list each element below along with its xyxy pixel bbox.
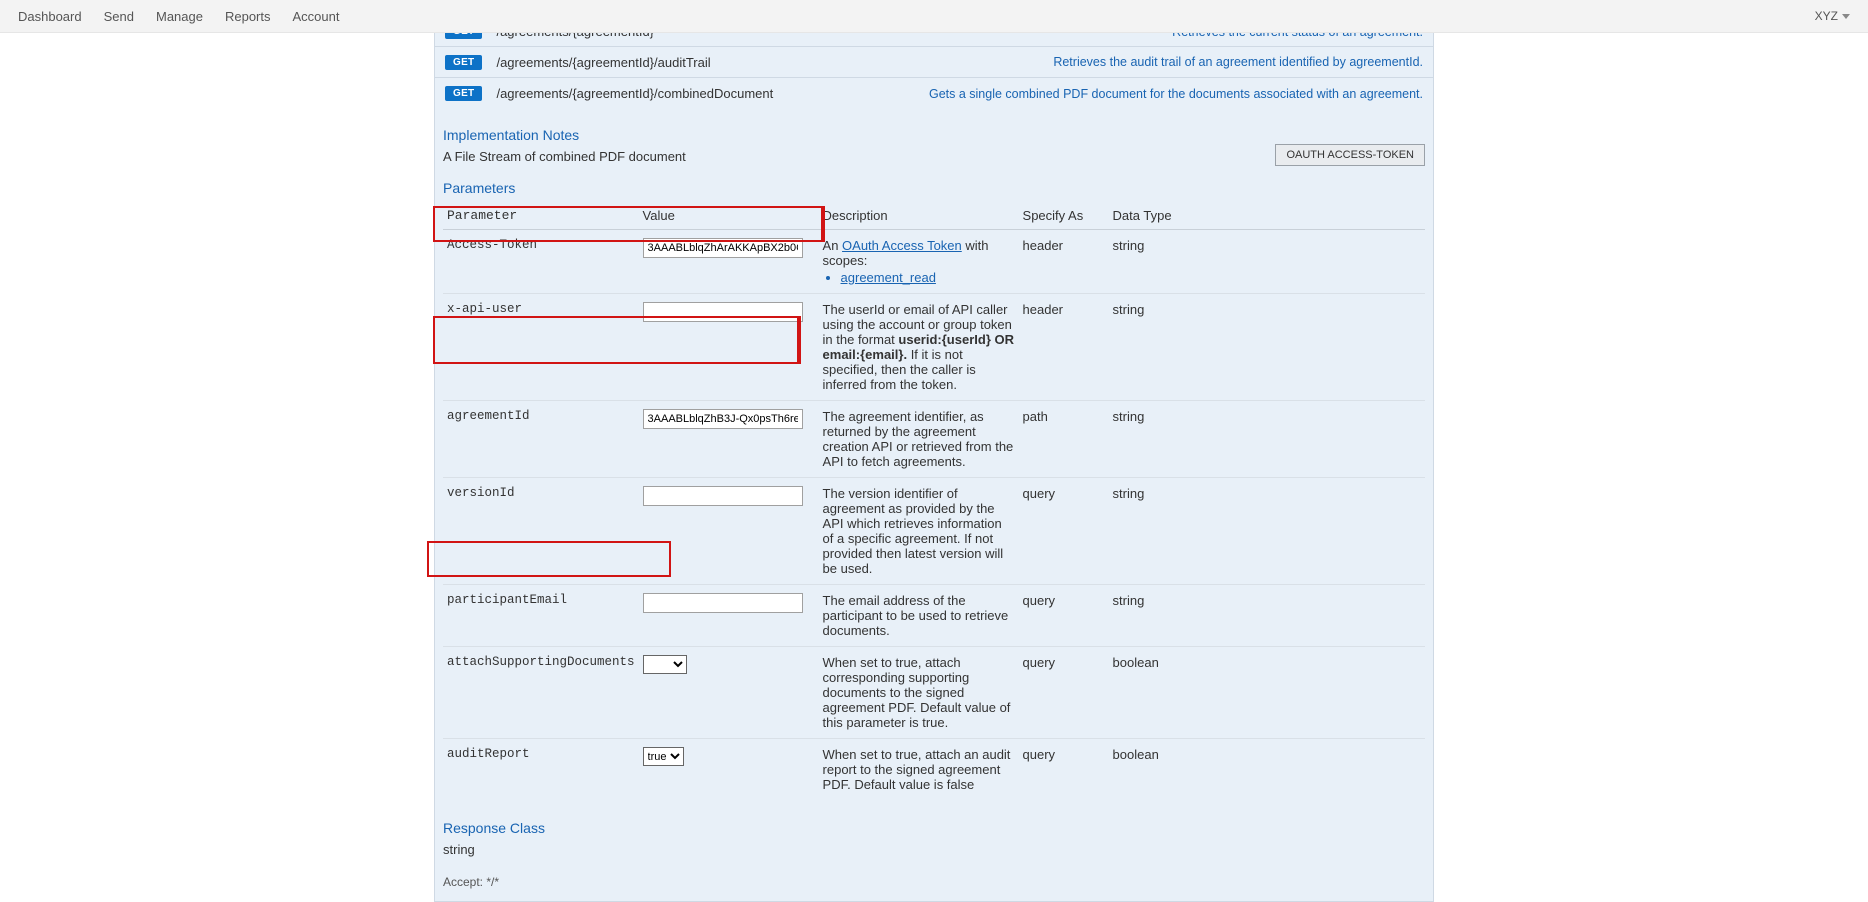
data-type: string [1109, 230, 1425, 294]
scope-link[interactable]: agreement_read [841, 270, 1015, 285]
specify-as: query [1019, 585, 1109, 647]
version-id-input[interactable] [643, 486, 803, 506]
col-value: Value [639, 202, 819, 230]
specify-as: query [1019, 478, 1109, 585]
col-data-type: Data Type [1109, 202, 1425, 230]
specify-as: path [1019, 401, 1109, 478]
response-type: string [443, 842, 1425, 857]
user-label: XYZ [1815, 9, 1838, 23]
chevron-down-icon [1842, 14, 1850, 19]
top-navbar: Dashboard Send Manage Reports Account XY… [0, 0, 1868, 33]
accept-header: Accept: */* [443, 875, 1425, 889]
param-row-access-token: Access-Token An OAuth Access Token with … [443, 230, 1425, 294]
attach-supporting-select[interactable] [643, 655, 687, 674]
col-description: Description [819, 202, 1019, 230]
audit-report-select[interactable]: true [643, 747, 684, 766]
op-row-agreement-status[interactable]: GET /agreements/{agreementId} Retrieves … [435, 33, 1433, 47]
param-row-audit-report: auditReport true When set to true, attac… [443, 739, 1425, 801]
http-method-badge: GET [445, 55, 482, 70]
nav-dashboard[interactable]: Dashboard [18, 9, 82, 24]
main-content: GET /agreements/{agreementId} Retrieves … [434, 33, 1434, 902]
desc-text: When set to true, attach corresponding s… [819, 647, 1019, 739]
nav-reports[interactable]: Reports [225, 9, 271, 24]
agreement-id-input[interactable] [643, 409, 803, 429]
specify-as: header [1019, 294, 1109, 401]
nav-manage[interactable]: Manage [156, 9, 203, 24]
col-specify-as: Specify As [1019, 202, 1109, 230]
desc-text: The version identifier of agreement as p… [819, 478, 1019, 585]
desc-text: When set to true, attach an audit report… [819, 739, 1019, 801]
op-path: /agreements/{agreementId}/auditTrail [496, 55, 710, 70]
response-class-section: Response Class string Accept: */* [443, 820, 1425, 889]
api-panel: GET /agreements/{agreementId} Retrieves … [434, 33, 1434, 902]
data-type: boolean [1109, 647, 1425, 739]
op-expanded-body: Implementation Notes A File Stream of co… [435, 109, 1433, 901]
op-path: /agreements/{agreementId} [496, 33, 654, 39]
param-name: attachSupportingDocuments [443, 647, 639, 739]
col-parameter: Parameter [443, 202, 639, 230]
param-row-participant-email: participantEmail The email address of th… [443, 585, 1425, 647]
op-summary: Retrieves the audit trail of an agreemen… [1053, 55, 1423, 69]
data-type: boolean [1109, 739, 1425, 801]
oauth-access-token-button[interactable]: OAUTH ACCESS-TOKEN [1275, 144, 1425, 166]
op-row-audit-trail[interactable]: GET /agreements/{agreementId}/auditTrail… [435, 47, 1433, 78]
desc-text: The agreement identifier, as returned by… [819, 401, 1019, 478]
access-token-input[interactable] [643, 238, 803, 258]
parameters-title: Parameters [443, 180, 1425, 196]
data-type: string [1109, 294, 1425, 401]
param-name: auditReport [443, 739, 639, 801]
desc-text: The email address of the participant to … [819, 585, 1019, 647]
parameters-table: Parameter Value Description Specify As D… [443, 202, 1425, 800]
http-method-badge: GET [445, 33, 482, 39]
user-menu[interactable]: XYZ [1815, 9, 1850, 23]
param-row-x-api-user: x-api-user The userId or email of API ca… [443, 294, 1425, 401]
param-name: participantEmail [443, 585, 639, 647]
implementation-notes-title: Implementation Notes [443, 127, 1425, 143]
op-summary: Retrieves the current status of an agree… [1172, 33, 1423, 39]
param-name: agreementId [443, 401, 639, 478]
x-api-user-input[interactable] [643, 302, 803, 322]
op-summary: Gets a single combined PDF document for … [929, 87, 1423, 101]
specify-as: header [1019, 230, 1109, 294]
participant-email-input[interactable] [643, 593, 803, 613]
param-row-attach-supporting: attachSupportingDocuments When set to tr… [443, 647, 1425, 739]
param-row-agreement-id: agreementId The agreement identifier, as… [443, 401, 1425, 478]
op-row-combined-document[interactable]: GET /agreements/{agreementId}/combinedDo… [435, 78, 1433, 109]
param-name: x-api-user [443, 294, 639, 401]
data-type: string [1109, 585, 1425, 647]
oauth-token-link[interactable]: OAuth Access Token [842, 238, 962, 253]
data-type: string [1109, 401, 1425, 478]
nav-links: Dashboard Send Manage Reports Account [18, 9, 339, 24]
specify-as: query [1019, 739, 1109, 801]
param-row-version-id: versionId The version identifier of agre… [443, 478, 1425, 585]
data-type: string [1109, 478, 1425, 585]
param-name: versionId [443, 478, 639, 585]
response-class-title: Response Class [443, 820, 1425, 836]
op-path: /agreements/{agreementId}/combinedDocume… [496, 86, 773, 101]
nav-account[interactable]: Account [293, 9, 340, 24]
nav-send[interactable]: Send [104, 9, 134, 24]
param-name: Access-Token [443, 230, 639, 294]
http-method-badge: GET [445, 86, 482, 101]
desc-text: An [823, 238, 843, 253]
specify-as: query [1019, 647, 1109, 739]
